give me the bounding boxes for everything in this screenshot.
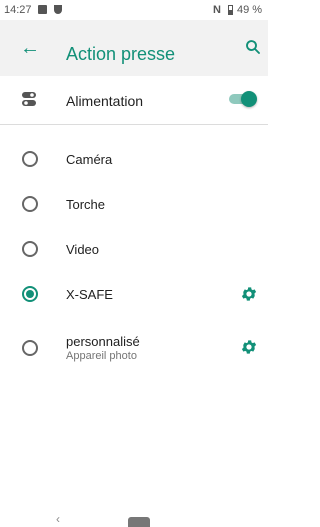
option-sublabel: Appareil photo bbox=[66, 350, 137, 362]
radio-button-selected[interactable] bbox=[22, 286, 38, 302]
radio-button[interactable] bbox=[22, 196, 38, 212]
home-icon[interactable] bbox=[128, 517, 150, 527]
status-bar: 14:27 N 49 % bbox=[0, 0, 268, 20]
option-row-torch[interactable]: Torche bbox=[0, 182, 268, 228]
switch-thumb bbox=[241, 91, 257, 107]
main-setting-switch[interactable] bbox=[227, 91, 257, 107]
option-row-camera[interactable]: Caméra bbox=[0, 136, 268, 182]
page-title: Action presse bbox=[66, 44, 176, 64]
nav-back-icon[interactable]: ‹ bbox=[56, 512, 60, 526]
navigation-bar: ‹ bbox=[0, 510, 268, 527]
app-bar: ← Action presse bbox=[0, 20, 268, 76]
battery-level: 49 % bbox=[237, 4, 263, 16]
divider bbox=[0, 124, 268, 125]
back-arrow-icon[interactable]: ← bbox=[20, 37, 40, 59]
main-setting-label: Alimentation bbox=[66, 93, 144, 109]
battery-icon bbox=[228, 5, 233, 15]
notification-icon bbox=[38, 5, 47, 14]
nfc-icon: N bbox=[213, 4, 221, 16]
radio-button[interactable] bbox=[22, 151, 38, 167]
option-row-video[interactable]: Video bbox=[0, 226, 268, 272]
toggle-icon bbox=[22, 92, 36, 106]
option-label: Torche bbox=[66, 197, 106, 212]
option-row-custom[interactable]: personnalisé Appareil photo bbox=[0, 326, 268, 374]
shield-icon bbox=[54, 5, 62, 14]
search-icon[interactable] bbox=[244, 38, 262, 56]
gear-icon[interactable] bbox=[240, 285, 258, 303]
option-row-xsafe[interactable]: X-SAFE bbox=[0, 272, 268, 318]
main-setting-row[interactable]: Alimentation bbox=[0, 76, 268, 124]
option-label: personnalisé bbox=[66, 334, 140, 349]
radio-button[interactable] bbox=[22, 340, 38, 356]
gear-icon[interactable] bbox=[240, 338, 258, 356]
option-label: X-SAFE bbox=[66, 287, 113, 302]
option-label: Caméra bbox=[66, 152, 113, 167]
radio-button[interactable] bbox=[22, 241, 38, 257]
status-time: 14:27 bbox=[4, 4, 32, 16]
option-label: Video bbox=[66, 242, 100, 257]
